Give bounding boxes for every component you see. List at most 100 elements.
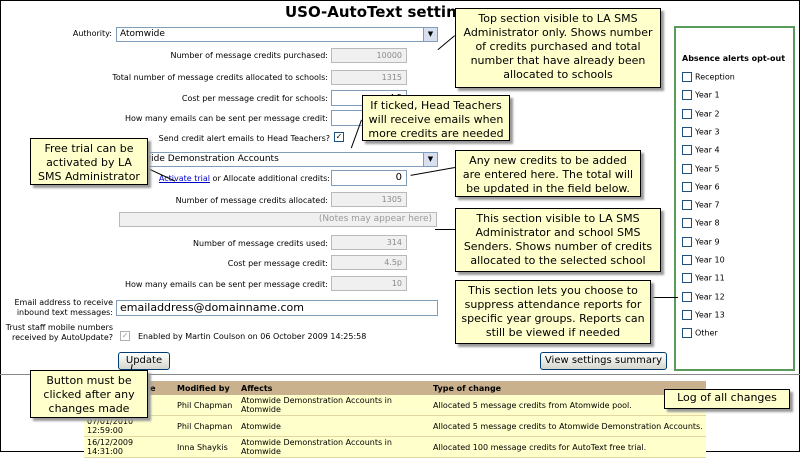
callout-pointer xyxy=(435,229,455,230)
optout-label: Year 4 xyxy=(695,145,720,155)
authority-value: Atomwide xyxy=(120,29,165,39)
table-row: 07/01/2010 12:59:00 Phil Chapman Atomwid… xyxy=(84,415,706,437)
callout-new-credits: Any new credits to be added are entered … xyxy=(455,150,641,197)
optout-checkbox[interactable] xyxy=(682,309,692,320)
optout-item[interactable]: Other xyxy=(682,328,718,339)
optout-checkbox[interactable] xyxy=(682,218,692,229)
callout-suppress: This section lets you choose to suppress… xyxy=(455,280,651,344)
table-row: 07/01/2010 12:59:00 Phil Chapman Atomwid… xyxy=(84,395,706,416)
optout-item[interactable]: Year 5 xyxy=(682,163,720,174)
optout-checkbox[interactable] xyxy=(682,72,692,82)
allocated-school-field: 1305 xyxy=(331,192,407,207)
optout-checkbox[interactable] xyxy=(682,273,692,284)
notes-field: (Notes may appear here) xyxy=(119,212,437,227)
optout-item[interactable]: Year 3 xyxy=(682,126,720,137)
optout-label: Year 1 xyxy=(695,90,720,100)
chevron-down-icon[interactable]: ▼ xyxy=(423,28,437,41)
optout-checkbox[interactable] xyxy=(682,236,692,247)
optout-checkbox[interactable] xyxy=(682,328,692,339)
optout-item[interactable]: Year 13 xyxy=(682,309,725,320)
optout-title: Absence alerts opt-out xyxy=(682,54,786,63)
optout-item[interactable]: Year 7 xyxy=(682,200,720,211)
optout-label: Year 9 xyxy=(695,237,720,247)
optout-checkbox[interactable] xyxy=(682,200,692,211)
callout-free-trial: Free trial can be activated by LA SMS Ad… xyxy=(30,138,148,185)
optout-item[interactable]: Year 10 xyxy=(682,255,725,265)
optout-checkbox[interactable] xyxy=(682,163,692,174)
chevron-down-icon[interactable]: ▼ xyxy=(423,153,437,166)
optout-checkbox[interactable] xyxy=(682,291,692,302)
callout-head-teachers: If ticked, Head Teachers will receive em… xyxy=(362,95,510,141)
allocated-total-label: Total number of message credits allocate… xyxy=(112,73,328,82)
optout-label: Other xyxy=(695,328,718,338)
purchased-label: Number of message credits purchased: xyxy=(170,51,328,60)
optout-label: Year 7 xyxy=(695,200,720,210)
send-alert-checkbox[interactable]: ✓ xyxy=(334,132,344,142)
cell-modified-by: Phil Chapman xyxy=(174,415,238,437)
optout-item[interactable]: Year 8 xyxy=(682,218,720,229)
optout-checkbox[interactable] xyxy=(682,145,692,156)
credits-used-label: Number of message credits used: xyxy=(193,239,328,248)
activate-trial-link[interactable]: Activate trial xyxy=(159,174,210,183)
cell-affects: Atomwide Demonstration Accounts in Atomw… xyxy=(238,436,430,458)
optout-checkbox[interactable] xyxy=(682,108,692,119)
cell-affects: Atomwide xyxy=(238,415,430,437)
optout-label: Year 6 xyxy=(695,182,720,192)
cost-school-field: 4.5p xyxy=(331,255,407,270)
update-button[interactable]: Update xyxy=(118,352,170,370)
cell-type: Allocated 5 message credits to Atomwide … xyxy=(430,415,706,437)
allocate-additional-label: or Allocate additional credits: xyxy=(210,174,330,183)
optout-item[interactable]: Year 6 xyxy=(682,181,720,192)
inbound-email-input[interactable]: emailaddress@domainname.com xyxy=(116,300,438,316)
absence-optout-panel: Absence alerts opt-out Reception Year 1 Ye… xyxy=(674,26,795,371)
view-settings-summary-button[interactable]: View settings summary xyxy=(540,352,667,370)
optout-checkbox[interactable] xyxy=(682,90,692,101)
optout-checkbox[interactable] xyxy=(682,255,692,265)
optout-checkbox[interactable] xyxy=(682,181,692,192)
cell-modified-by: Inna Shaykis xyxy=(174,436,238,458)
optout-item[interactable]: Reception xyxy=(682,72,735,82)
trust-staff-checkbox: ✓ xyxy=(120,331,130,341)
credits-used-field: 314 xyxy=(331,235,407,250)
send-alert-label: Send credit alert emails to Head Teacher… xyxy=(158,134,330,143)
cell-date: 16/12/2009 14:31:00 xyxy=(84,436,174,458)
purchased-field: 10000 xyxy=(331,48,407,63)
optout-label: Year 11 xyxy=(695,273,725,283)
optout-label: Reception xyxy=(695,72,735,82)
col-affects: Affects xyxy=(238,381,430,395)
cell-date: 07/01/2010 12:59:00 xyxy=(84,415,174,437)
allocate-credits-input[interactable]: 0 xyxy=(331,170,407,186)
callout-log: Log of all changes xyxy=(664,389,790,409)
cell-type: Allocated 100 message credits for AutoTe… xyxy=(430,436,706,458)
optout-item[interactable]: Year 11 xyxy=(682,273,725,284)
emails-can-send-label: How many emails can be sent per message … xyxy=(124,114,328,123)
optout-label: Year 3 xyxy=(695,127,720,137)
optout-checkbox[interactable] xyxy=(682,126,692,137)
col-modified-by: Modified by xyxy=(174,381,238,395)
table-row: 16/12/2009 14:31:00 Inna Shaykis Atomwid… xyxy=(84,436,706,458)
trust-staff-enabled-text: Enabled by Martin Coulson on 06 October … xyxy=(138,332,367,341)
page-title: USO-AutoText settings xyxy=(285,3,477,21)
optout-item[interactable]: Year 1 xyxy=(682,90,720,101)
emails-school-label: How many emails can be sent per message … xyxy=(124,280,328,289)
optout-item[interactable]: Year 9 xyxy=(682,236,720,247)
allocated-school-label: Number of message credits allocated: xyxy=(175,196,328,205)
callout-update-button: Button must be clicked after any changes… xyxy=(30,370,148,418)
inbound-email-label: Email address to receive inbound text me… xyxy=(14,298,113,317)
callout-pointer xyxy=(650,297,678,298)
authority-select[interactable]: Atomwide ▼ xyxy=(116,27,438,42)
change-log-table: Date of change Modified by Affects Type … xyxy=(84,381,706,458)
trust-staff-label: Trust staff mobile numbers received by A… xyxy=(5,323,113,342)
optout-label: Year 13 xyxy=(695,310,725,320)
school-select[interactable]: Atomwide Demonstration Accounts ▼ xyxy=(116,152,438,167)
optout-item[interactable]: Year 4 xyxy=(682,145,720,156)
optout-item[interactable]: Year 2 xyxy=(682,108,720,119)
optout-label: Year 2 xyxy=(695,109,720,119)
cost-school-label: Cost per message credit: xyxy=(227,259,328,268)
cost-label: Cost per message credit for schools: xyxy=(181,94,328,103)
optout-label: Year 12 xyxy=(695,292,725,302)
allocated-total-field: 1315 xyxy=(331,70,407,85)
emails-school-field: 10 xyxy=(331,276,407,291)
optout-item[interactable]: Year 12 xyxy=(682,291,725,302)
cell-modified-by: Phil Chapman xyxy=(174,395,238,416)
